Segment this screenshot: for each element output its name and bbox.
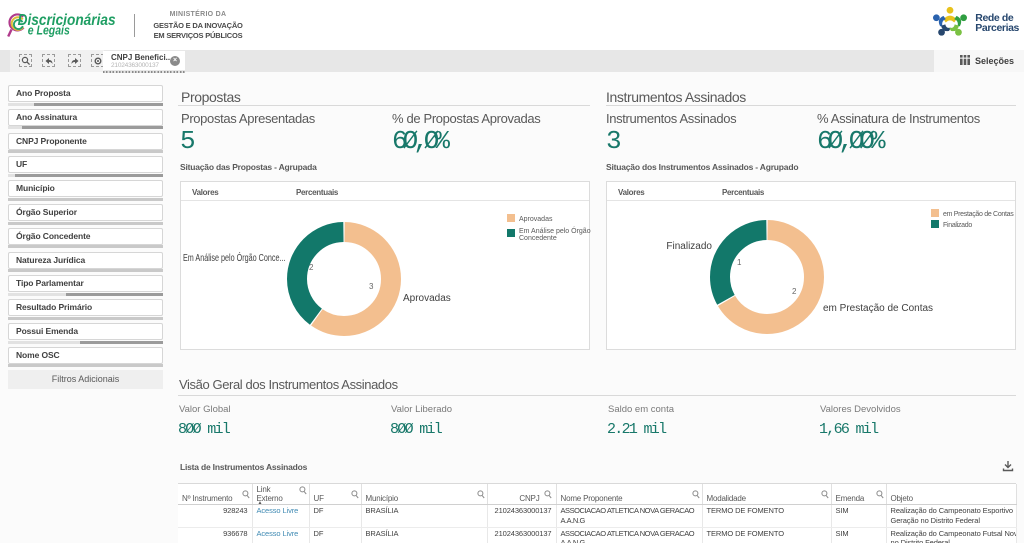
- svg-text:e Legais: e Legais: [28, 24, 70, 38]
